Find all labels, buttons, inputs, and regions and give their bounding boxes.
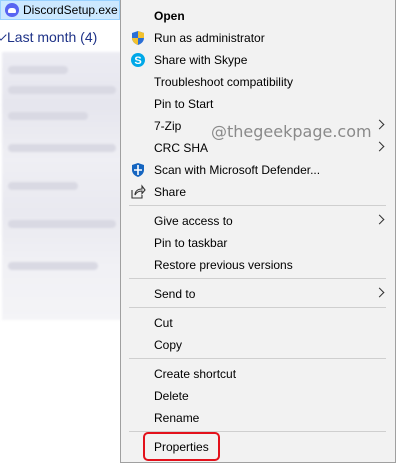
svg-text:S: S <box>134 55 141 67</box>
menu-item-label: 7-Zip <box>154 119 182 133</box>
menu-item-label: Run as administrator <box>154 31 265 45</box>
context-menu: Open Run as administrator S Share with S… <box>120 0 396 463</box>
menu-item-delete[interactable]: Delete <box>121 385 395 407</box>
chevron-right-icon <box>374 141 385 152</box>
defender-icon <box>130 162 146 178</box>
menu-item-label: Scan with Microsoft Defender... <box>154 163 321 177</box>
menu-item-label: Delete <box>154 389 189 403</box>
menu-item-label: Troubleshoot compatibility <box>154 75 293 89</box>
menu-item-label: Restore previous versions <box>154 258 293 272</box>
group-label: Last month (4) <box>7 29 98 45</box>
menu-item-label: Give access to <box>154 214 233 228</box>
menu-item-share[interactable]: Share <box>121 181 395 203</box>
menu-item-properties[interactable]: Properties <box>121 436 395 458</box>
menu-item-label: Pin to taskbar <box>154 236 228 250</box>
menu-item-troubleshoot-compatibility[interactable]: Troubleshoot compatibility <box>121 71 395 93</box>
menu-item-copy[interactable]: Copy <box>121 334 395 356</box>
menu-separator <box>129 205 386 206</box>
group-header[interactable]: Last month (4) <box>0 27 120 47</box>
chevron-right-icon <box>374 287 385 298</box>
menu-item-label: Copy <box>154 338 183 352</box>
menu-item-label: Pin to Start <box>154 97 214 111</box>
shield-icon <box>130 30 146 46</box>
menu-item-label: CRC SHA <box>154 141 209 155</box>
menu-item-scan-with-defender[interactable]: Scan with Microsoft Defender... <box>121 159 395 181</box>
menu-item-cut[interactable]: Cut <box>121 312 395 334</box>
menu-item-label: Rename <box>154 411 200 425</box>
menu-item-restore-previous-versions[interactable]: Restore previous versions <box>121 254 395 276</box>
menu-item-label: Open <box>154 9 185 23</box>
menu-separator <box>129 307 386 308</box>
menu-item-pin-to-taskbar[interactable]: Pin to taskbar <box>121 232 395 254</box>
discord-icon <box>5 3 19 17</box>
menu-item-give-access-to[interactable]: Give access to <box>121 210 395 232</box>
chevron-right-icon <box>374 119 385 130</box>
menu-item-create-shortcut[interactable]: Create shortcut <box>121 363 395 385</box>
watermark: @thegeekpage.com <box>211 122 372 141</box>
selected-file-item[interactable]: DiscordSetup.exe <box>0 0 120 20</box>
menu-item-pin-to-start[interactable]: Pin to Start <box>121 93 395 115</box>
menu-item-label: Cut <box>154 316 173 330</box>
menu-item-label: Create shortcut <box>154 367 237 381</box>
blurred-file-list <box>2 52 122 320</box>
menu-item-label: Share <box>154 185 187 199</box>
chevron-right-icon <box>374 214 385 225</box>
menu-item-send-to[interactable]: Send to <box>121 283 395 305</box>
file-name: DiscordSetup.exe <box>23 3 118 17</box>
menu-item-share-with-skype[interactable]: S Share with Skype <box>121 49 395 71</box>
menu-item-label: Share with Skype <box>154 53 248 67</box>
skype-icon: S <box>130 52 146 68</box>
share-icon <box>130 184 146 200</box>
menu-item-rename[interactable]: Rename <box>121 407 395 429</box>
menu-separator <box>129 278 386 279</box>
menu-item-label: Properties <box>154 440 209 454</box>
menu-item-run-as-administrator[interactable]: Run as administrator <box>121 27 395 49</box>
menu-item-open[interactable]: Open <box>121 5 395 27</box>
menu-item-label: Send to <box>154 287 196 301</box>
menu-separator <box>129 431 386 432</box>
menu-separator <box>129 358 386 359</box>
chevron-down-icon <box>0 29 7 41</box>
